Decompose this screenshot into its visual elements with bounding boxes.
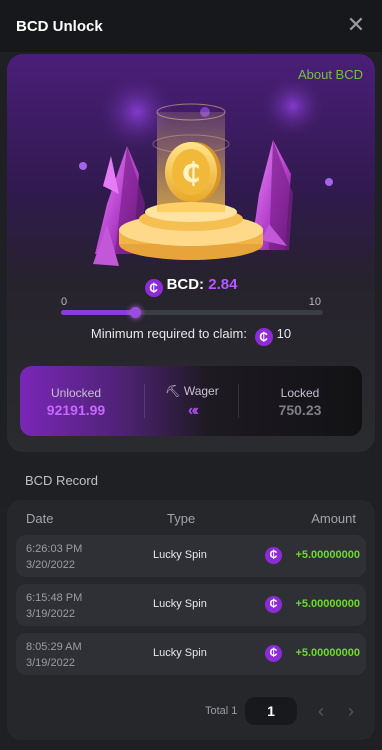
record-title: BCD Record bbox=[25, 473, 98, 488]
svg-text:₵: ₵ bbox=[181, 156, 200, 189]
bcd-balance: ₵ BCD: 2.84 bbox=[7, 276, 375, 297]
row-amount: +5.00000000 bbox=[295, 598, 360, 610]
range-min: 0 bbox=[61, 296, 68, 308]
bcd-value: 2.84 bbox=[208, 276, 238, 293]
chevron-right-icon[interactable]: › bbox=[343, 700, 359, 722]
row-type: Lucky Spin bbox=[153, 598, 207, 610]
column-header-amount: Amount bbox=[311, 511, 356, 526]
locked-label: Locked bbox=[280, 386, 320, 400]
row-type: Lucky Spin bbox=[153, 549, 207, 561]
bcd-label: BCD: bbox=[166, 276, 205, 293]
pagination-current-page[interactable]: 1 bbox=[245, 697, 297, 725]
bcd-coin-icon: ₵ bbox=[144, 279, 163, 297]
page-title: BCD Unlock bbox=[16, 18, 103, 35]
pickaxe-icon: ⛏ bbox=[165, 384, 181, 398]
row-time: 6:15:48 PM bbox=[26, 592, 83, 604]
locked-value: 750.23 bbox=[278, 402, 322, 418]
about-bcd-link[interactable]: About BCD bbox=[298, 67, 363, 82]
bcd-coin-icon: ₵ bbox=[265, 645, 282, 662]
wager-tab[interactable]: ⛏ Wager bbox=[144, 384, 240, 398]
min-claim-value: 10 bbox=[276, 326, 292, 341]
bcd-coin-icon: ₵ bbox=[265, 596, 282, 613]
header: BCD Unlock ✕ bbox=[0, 0, 382, 52]
row-amount: +5.00000000 bbox=[295, 549, 360, 561]
min-claim-label: Minimum required to claim: bbox=[90, 326, 247, 341]
unlocked-label: Unlocked bbox=[50, 386, 102, 400]
chevrons-left-icon: «‹ bbox=[187, 402, 199, 419]
bcd-coin-icon: ₵ bbox=[265, 547, 282, 564]
close-icon[interactable]: ✕ bbox=[346, 14, 366, 36]
record-table: Date Type Amount 6:26:03 PM 3/20/2022 Lu… bbox=[7, 500, 375, 740]
row-date: 3/19/2022 bbox=[26, 657, 75, 669]
bcd-hero-card: ₵ About BCD ₵ BCD: 2.84 0 10 Minimum requ… bbox=[7, 54, 375, 452]
unlocked-value: 92191.99 bbox=[46, 402, 106, 418]
chevron-left-icon[interactable]: ‹ bbox=[313, 700, 329, 722]
column-header-type: Type bbox=[167, 511, 196, 526]
min-claim-line: Minimum required to claim: ₵ 10 bbox=[7, 326, 375, 346]
row-time: 8:05:29 AM bbox=[26, 641, 82, 653]
progress-fill bbox=[61, 310, 136, 315]
row-type: Lucky Spin bbox=[153, 647, 207, 659]
column-header-date: Date bbox=[26, 511, 54, 526]
row-time: 6:26:03 PM bbox=[26, 543, 83, 555]
coin-tower-illustration: ₵ bbox=[79, 70, 333, 266]
bcd-coin-icon: ₵ bbox=[254, 328, 273, 346]
row-amount: +5.00000000 bbox=[295, 647, 360, 659]
pagination-total: Total 1 bbox=[205, 705, 238, 717]
table-row: 6:26:03 PM 3/20/2022 Lucky Spin ₵ +5.000… bbox=[16, 535, 366, 577]
row-date: 3/20/2022 bbox=[26, 559, 75, 571]
table-row: 6:15:48 PM 3/19/2022 Lucky Spin ₵ +5.000… bbox=[16, 584, 366, 626]
claim-progress-bar bbox=[61, 307, 323, 318]
range-max: 10 bbox=[308, 296, 321, 308]
wager-label: Wager bbox=[183, 384, 219, 398]
table-row: 8:05:29 AM 3/19/2022 Lucky Spin ₵ +5.000… bbox=[16, 633, 366, 675]
unlock-stats-panel: Unlocked 92191.99 ⛏ Wager «‹ Locked 750.… bbox=[20, 366, 362, 436]
row-date: 3/19/2022 bbox=[26, 608, 75, 620]
progress-knob bbox=[130, 307, 142, 318]
